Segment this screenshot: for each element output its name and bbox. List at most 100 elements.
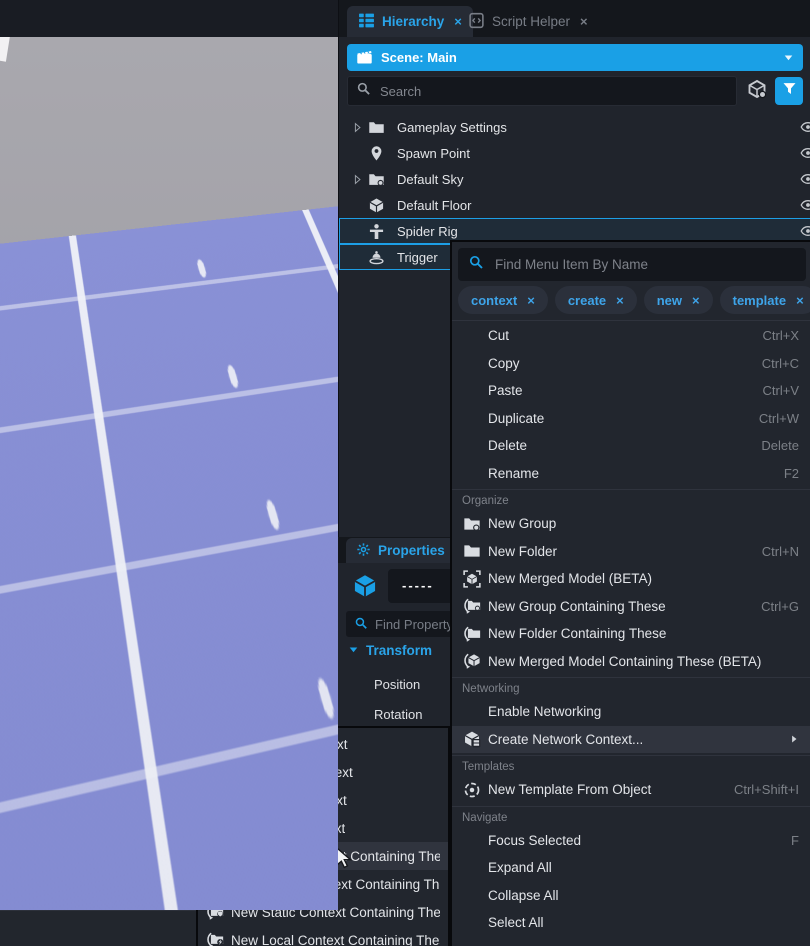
chip-close-icon[interactable]: × xyxy=(692,293,700,308)
visibility-toggle[interactable] xyxy=(800,171,810,190)
caret-down-icon xyxy=(348,644,359,655)
search-icon xyxy=(354,616,368,630)
tab-script-helper[interactable]: Script Helper × xyxy=(457,6,599,37)
menu-item-shortcut: Ctrl+C xyxy=(762,356,799,371)
menu-item-paste[interactable]: Paste Ctrl+V xyxy=(452,377,810,405)
menu-item-new-group[interactable]: New Group xyxy=(452,510,810,538)
caret-down-icon xyxy=(783,52,794,63)
menu-item-label: Paste xyxy=(488,383,751,398)
submenu-item-new-client-context[interactable]: New Client Context xyxy=(198,730,448,758)
cube-net-icon xyxy=(463,730,481,748)
menu-item-label: Select All xyxy=(488,915,799,930)
eye-icon xyxy=(800,119,810,135)
transform-section-header[interactable]: Transform xyxy=(348,643,432,658)
cube-wrap-icon xyxy=(463,652,481,670)
menu-item-duplicate[interactable]: Duplicate Ctrl+W xyxy=(452,405,810,433)
menu-item-new-folder[interactable]: New Folder Ctrl+N xyxy=(452,538,810,566)
filter-funnel-icon xyxy=(782,81,797,101)
menu-item-label: New Template From Object xyxy=(488,782,722,797)
menu-search-input[interactable] xyxy=(493,256,796,273)
folder-static-wrap-icon xyxy=(206,903,224,921)
properties-search-placeholder: Find Property xyxy=(375,617,453,632)
menu-item-label: Rename xyxy=(488,466,772,481)
submenu-item-new-server-context-containing-these[interactable]: New Server Context Containing These xyxy=(198,870,448,898)
asset-package-button[interactable] xyxy=(743,77,771,105)
menu-item-new-folder-containing-these[interactable]: New Folder Containing These xyxy=(452,620,810,648)
menu-item-new-template-from-object[interactable]: New Template From Object Ctrl+Shift+I xyxy=(452,776,810,804)
search-icon xyxy=(354,616,368,633)
menu-item-label: Enable Networking xyxy=(488,704,799,719)
menu-item-delete[interactable]: Delete Delete xyxy=(452,432,810,460)
tree-item-spawn-point[interactable]: Spawn Point xyxy=(339,140,810,166)
chip-close-icon[interactable]: × xyxy=(616,293,624,308)
filter-chip-new[interactable]: new × xyxy=(644,286,713,314)
menu-item-new-group-containing-these[interactable]: New Group Containing These Ctrl+G xyxy=(452,593,810,621)
menu-item-shortcut: F xyxy=(791,833,799,848)
hierarchy-search[interactable] xyxy=(347,76,737,106)
tree-item-gameplay-settings[interactable]: Gameplay Settings xyxy=(339,114,810,140)
chip-close-icon[interactable]: × xyxy=(527,293,535,308)
tab-properties-label: Properties xyxy=(378,543,445,558)
hierarchy-icon xyxy=(358,12,375,32)
menu-item-label: New Folder Containing These xyxy=(488,626,799,641)
menu-item-shortcut: Ctrl+G xyxy=(761,599,799,614)
menu-item-focus-selected[interactable]: Focus Selected F xyxy=(452,827,810,855)
filter-button[interactable] xyxy=(775,77,803,105)
chevron-down-icon xyxy=(348,643,359,658)
filter-chip-create[interactable]: create × xyxy=(555,286,637,314)
folder-server-icon xyxy=(207,763,225,781)
submenu-item-new-static-context[interactable]: New Static Context xyxy=(198,786,448,814)
visibility-toggle[interactable] xyxy=(800,197,810,216)
chip-close-icon[interactable]: × xyxy=(796,293,804,308)
tab-hierarchy[interactable]: Hierarchy × xyxy=(347,6,473,37)
submenu-item-new-client-context-containing-these[interactable]: New Client Context Containing These xyxy=(198,842,448,870)
scene-selector-label: Scene: Main xyxy=(381,50,457,65)
menu-item-select-all[interactable]: Select All xyxy=(452,909,810,937)
chevron-down-icon xyxy=(783,52,794,63)
folder-gear-icon xyxy=(368,171,385,188)
menu-search[interactable] xyxy=(458,248,806,281)
folder-local-icon xyxy=(207,819,225,837)
eye-icon xyxy=(800,223,810,239)
submenu-item-new-local-context[interactable]: New Local Context xyxy=(198,814,448,842)
menu-item-cut[interactable]: Cut Ctrl+X xyxy=(452,322,810,350)
menu-item-collapse-all[interactable]: Collapse All xyxy=(452,882,810,910)
caret-right-icon xyxy=(789,734,799,744)
menu-item-expand-all[interactable]: Expand All xyxy=(452,854,810,882)
folder-gear-icon xyxy=(463,515,481,533)
menu-item-label: Delete xyxy=(488,438,749,453)
menu-item-copy[interactable]: Copy Ctrl+C xyxy=(452,350,810,378)
tab-script-helper-close-icon[interactable]: × xyxy=(580,14,588,29)
menu-item-shortcut: Ctrl+X xyxy=(763,328,799,343)
eye-icon xyxy=(800,171,810,187)
submenu-item-label: New Client Context xyxy=(232,737,348,752)
menu-item-new-merged-model-beta[interactable]: New Merged Model (BETA) xyxy=(452,565,810,593)
cube-icon xyxy=(368,197,385,214)
search-icon xyxy=(356,81,371,96)
menu-items: Cut Ctrl+X Copy Ctrl+C Paste Ctrl+V Dupl… xyxy=(452,320,810,937)
visibility-toggle[interactable] xyxy=(800,145,810,164)
menu-item-enable-networking[interactable]: Enable Networking xyxy=(452,698,810,726)
scene-selector[interactable]: Scene: Main xyxy=(347,44,803,71)
submenu-item-new-local-context-containing-these[interactable]: New Local Context Containing These xyxy=(198,926,448,946)
visibility-toggle[interactable] xyxy=(800,119,810,138)
hierarchy-search-input[interactable] xyxy=(378,83,728,100)
menu-item-new-merged-model-containing-these-beta[interactable]: New Merged Model Containing These (BETA) xyxy=(452,648,810,676)
folder-client-icon xyxy=(207,735,225,753)
tree-item-label: Default Sky xyxy=(397,172,463,187)
gear-icon xyxy=(356,542,371,557)
submenu-item-label: New Static Context Containing These xyxy=(231,905,440,920)
submenu-item-new-server-context[interactable]: New Server Context xyxy=(198,758,448,786)
tree-item-default-sky[interactable]: Default Sky xyxy=(339,166,810,192)
tree-item-default-floor[interactable]: Default Floor xyxy=(339,192,810,218)
menu-section-organize: Organize xyxy=(452,489,810,510)
menu-item-rename[interactable]: Rename F2 xyxy=(452,460,810,488)
submenu-item-new-static-context-containing-these[interactable]: New Static Context Containing These xyxy=(198,898,448,926)
menu-item-label: Collapse All xyxy=(488,888,799,903)
filter-chip-context[interactable]: context × xyxy=(458,286,548,314)
menu-item-label: New Group Containing These xyxy=(488,599,749,614)
expander-icon xyxy=(351,121,364,134)
menu-item-create-network-context[interactable]: Create Network Context... xyxy=(452,726,810,754)
tree-icon xyxy=(358,12,375,29)
filter-chip-template[interactable]: template × xyxy=(720,286,810,314)
